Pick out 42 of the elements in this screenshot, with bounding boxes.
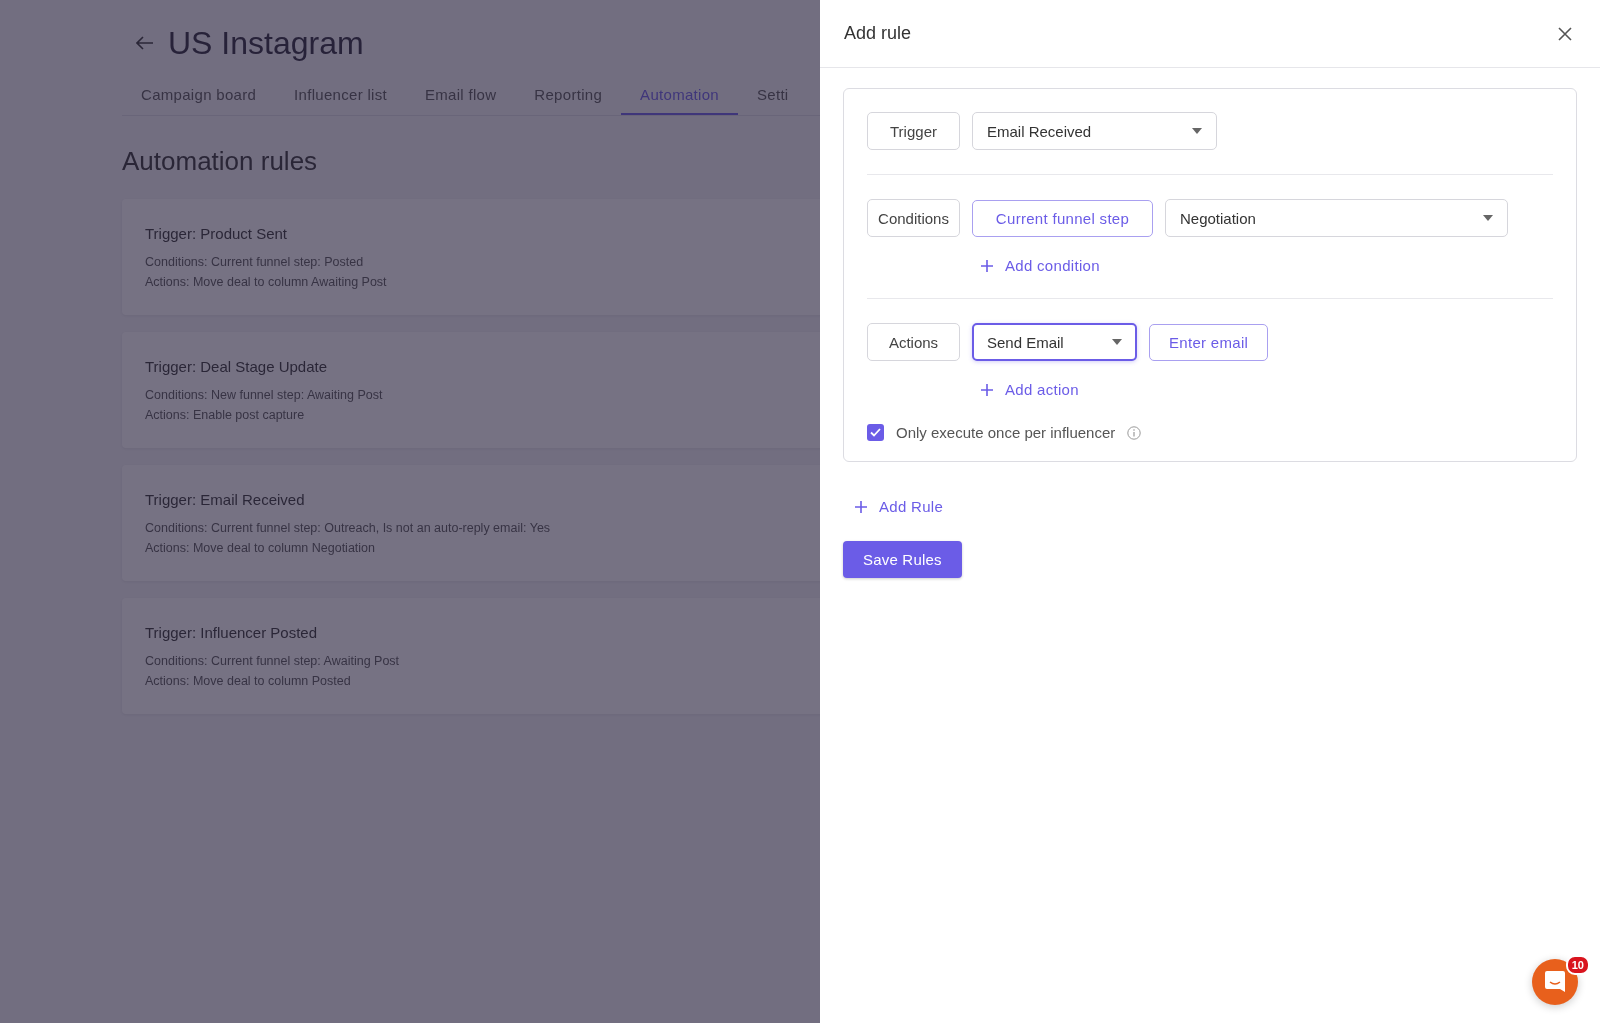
- tab[interactable]: Influencer list: [275, 76, 406, 115]
- enter-email-button[interactable]: Enter email: [1149, 323, 1269, 361]
- info-icon: [1127, 425, 1142, 440]
- rule-title: Trigger: Influencer Posted: [145, 624, 319, 641]
- rule-conditions: Conditions: Current funnel step: Posted: [145, 254, 365, 271]
- rule-actions: Actions: Move deal to column Posted: [145, 673, 352, 690]
- caret-icon: [1483, 215, 1493, 221]
- plus-icon: [981, 383, 993, 396]
- checkbox-label: Only execute once per influencer: [896, 424, 1116, 441]
- dropdown[interactable]: Negotiation: [1165, 199, 1508, 237]
- drawer-title: Add rule: [844, 23, 912, 44]
- back-arrow-icon[interactable]: [136, 36, 154, 50]
- section-title: Automation rules: [122, 146, 319, 177]
- section-label-button[interactable]: Trigger: [867, 112, 960, 150]
- checkmark-icon: [870, 428, 881, 437]
- dropdown[interactable]: Send Email: [972, 323, 1137, 361]
- checkbox[interactable]: [867, 424, 884, 441]
- add-action-button[interactable]: Add action: [981, 381, 1079, 398]
- plus-icon: [981, 259, 993, 272]
- section-label-button[interactable]: Actions: [867, 323, 960, 361]
- add-condition-button[interactable]: Add condition: [981, 257, 1100, 274]
- rule-title: Trigger: Deal Stage Update: [145, 358, 329, 375]
- page-title: US Instagram: [168, 24, 364, 62]
- rule-conditions: Conditions: New funnel step: Awaiting Post: [145, 387, 384, 404]
- add-rule-button[interactable]: Add Rule: [855, 498, 944, 515]
- rule-actions: Actions: Move deal to column Awaiting Post: [145, 274, 388, 291]
- caret-icon: [1192, 128, 1202, 134]
- chat-icon: [1545, 971, 1565, 993]
- rule-actions: Actions: Enable post capture: [145, 407, 306, 424]
- rule-conditions: Conditions: Current funnel step: Outreach, Is not an auto-reply email: Yes: [145, 520, 552, 537]
- close-icon: [1558, 26, 1572, 41]
- rule-actions: Actions: Move deal to column Negotiation: [145, 540, 376, 557]
- rule-title: Trigger: Product Sent: [145, 225, 288, 242]
- dropdown[interactable]: Email Received: [972, 112, 1217, 150]
- tab[interactable]: Campaign board: [122, 76, 276, 115]
- rule-title: Trigger: Email Received: [145, 491, 306, 508]
- condition-field-button[interactable]: Current funnel step: [972, 199, 1153, 237]
- rule-conditions: Conditions: Current funnel step: Awaiting Post: [145, 653, 401, 670]
- section-label-button[interactable]: Conditions: [867, 199, 960, 237]
- plus-icon: [855, 500, 867, 513]
- save-rules-button[interactable]: Save Rules: [843, 541, 962, 578]
- caret-icon: [1112, 339, 1122, 345]
